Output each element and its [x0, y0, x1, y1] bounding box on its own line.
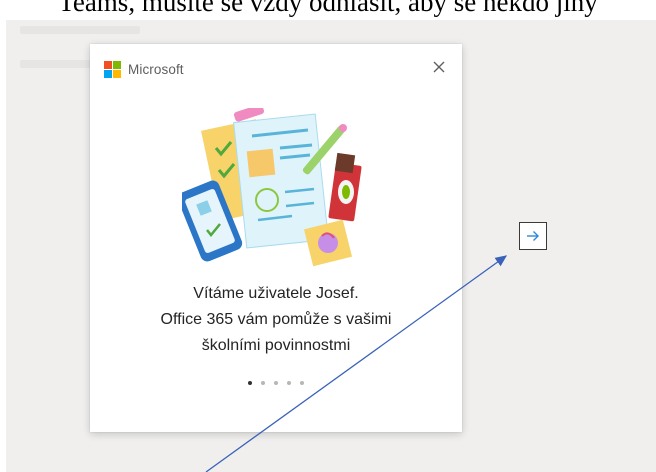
microsoft-logo-icon — [104, 61, 121, 78]
welcome-line: Vítáme uživatele Josef. — [193, 285, 359, 302]
background-placeholder — [20, 60, 100, 68]
close-icon — [433, 61, 445, 73]
welcome-message: Vítáme uživatele Josef. Office 365 vám p… — [90, 281, 462, 359]
welcome-line: Office 365 vám pomůže s vašimi — [160, 311, 392, 328]
welcome-illustration — [182, 108, 362, 267]
welcome-line: školními povinnostmi — [201, 337, 351, 354]
document-text-line: Teams, musíte se vždy odhlásit, aby se n… — [58, 0, 598, 17]
welcome-dialog: Microsoft Vítáme uživatele Josef. Office… — [90, 44, 462, 432]
close-button[interactable] — [430, 58, 448, 76]
next-button[interactable] — [519, 222, 547, 250]
pagination-dot-4[interactable] — [287, 381, 291, 385]
background-placeholder — [20, 26, 140, 34]
microsoft-brand: Microsoft — [104, 61, 184, 78]
brand-name: Microsoft — [128, 62, 184, 77]
pagination-dots — [90, 381, 462, 385]
pagination-dot-2[interactable] — [261, 381, 265, 385]
chocolate-bar-icon — [328, 152, 362, 222]
arrow-right-icon — [527, 231, 539, 241]
pagination-dot-1[interactable] — [248, 381, 252, 385]
pagination-dot-3[interactable] — [274, 381, 278, 385]
pagination-dot-5[interactable] — [300, 381, 304, 385]
